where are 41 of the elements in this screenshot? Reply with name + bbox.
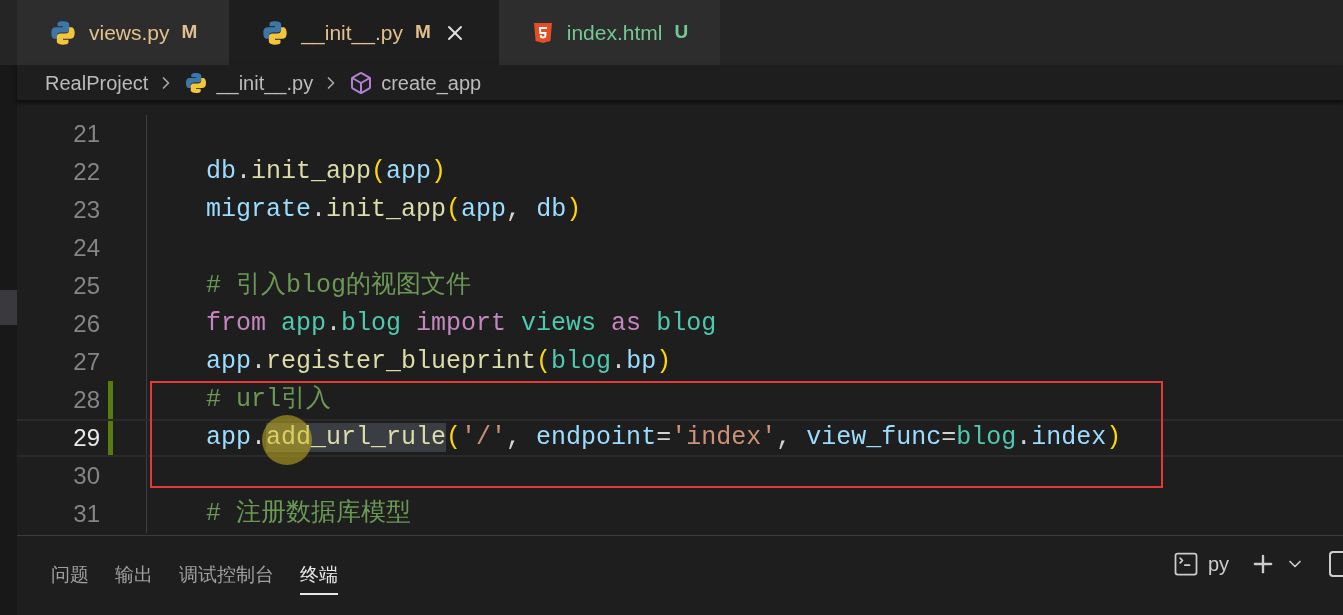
line-number: 26: [72, 309, 100, 339]
code-line: # 注册数据库模型: [206, 498, 411, 531]
line-number: 28: [72, 385, 100, 415]
git-status-letter: M: [414, 20, 431, 45]
terminal-shell-label[interactable]: py: [1207, 548, 1229, 579]
panel-tab[interactable]: 输出: [115, 555, 153, 596]
line-number: 27: [72, 347, 100, 377]
git-status-letter: U: [674, 20, 689, 45]
line-number: 29: [72, 423, 100, 453]
breadcrumb-item[interactable]: __init__.py: [216, 67, 314, 98]
panel-icon[interactable]: [1329, 550, 1343, 577]
editor-tab[interactable]: __init__.py M: [229, 0, 499, 65]
panel-tab[interactable]: 调试控制台: [179, 555, 274, 596]
line-number: 23: [72, 195, 100, 225]
line-number: 22: [72, 157, 100, 187]
line-number: 30: [72, 461, 100, 491]
python-icon: [184, 70, 209, 95]
code-line: app.register_blueprint(blog.bp): [206, 346, 672, 379]
breadcrumb-item[interactable]: create_app: [381, 67, 482, 98]
editor-tab[interactable]: index.html U: [498, 0, 721, 65]
line-number: 25: [72, 271, 100, 301]
line-number: 24: [72, 233, 100, 263]
code-line: db.init_app(app): [206, 156, 447, 189]
editor-tab[interactable]: views.py M: [17, 0, 230, 65]
line-number: 31: [72, 499, 100, 529]
tab-label: index.html: [566, 19, 663, 46]
cube-icon: [349, 70, 374, 95]
line-number: 21: [72, 119, 100, 149]
panel-tab[interactable]: 问题: [51, 555, 89, 596]
code-line: from app.blog import views as blog: [206, 308, 717, 341]
python-icon: [49, 18, 77, 47]
breadcrumb-item[interactable]: RealProject: [45, 67, 149, 98]
code-line: # url引入: [206, 384, 331, 417]
tab-label: __init__.py: [301, 19, 403, 47]
code-line: migrate.init_app(app, db): [206, 194, 582, 227]
code-line: # 引入blog的视图文件: [206, 270, 471, 303]
git-status-letter: M: [181, 20, 198, 45]
code-line: app.add_url_rule('/', endpoint='index', view_func=blog.index): [206, 422, 1122, 455]
tab-label: views.py: [89, 19, 170, 46]
panel-tab[interactable]: 终端: [300, 555, 338, 596]
python-icon: [261, 18, 290, 47]
